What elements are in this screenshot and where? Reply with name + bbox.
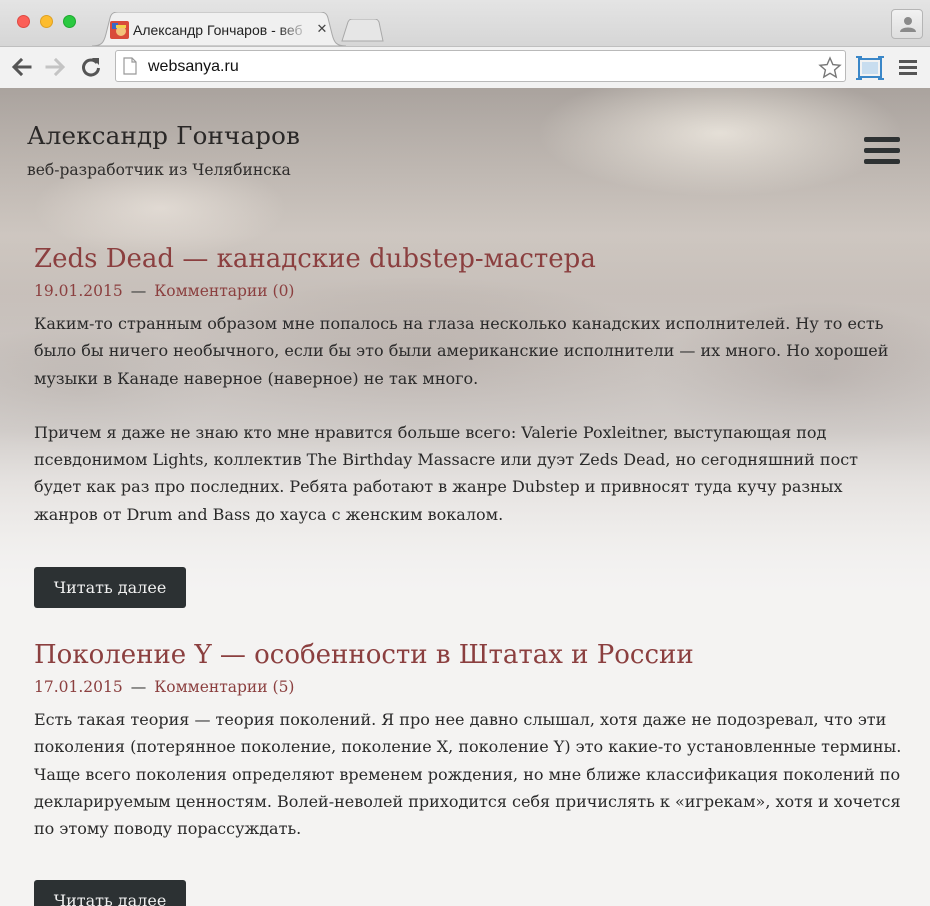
page-icon — [123, 57, 137, 75]
browser-menu-button[interactable] — [898, 57, 918, 77]
post-date: 19.01.2015 — [34, 282, 123, 300]
site-title[interactable]: Александр Гончаров — [27, 121, 300, 150]
site-menu-button[interactable] — [863, 137, 901, 165]
read-more-button[interactable]: Читать далее — [34, 567, 186, 608]
star-icon — [818, 56, 842, 79]
post-body: Каким-то странным образом мне попалось н… — [34, 310, 904, 528]
post: Поколение Y — особенности в Штатах и Рос… — [34, 639, 904, 906]
meta-separator: — — [130, 678, 147, 696]
person-icon — [900, 17, 916, 32]
tab-strip: Александр Гончаров - веб ✕ — [0, 0, 930, 46]
comments-link[interactable]: Комментарии (5) — [154, 678, 294, 696]
browser-chrome: Александр Гончаров - веб ✕ websanya.ru — [0, 0, 930, 88]
post-meta: 19.01.2015 — Комментарии (0) — [34, 281, 904, 301]
web-page: Александр Гончаров веб-разработчик из Че… — [0, 88, 930, 906]
bookmark-star-button[interactable] — [818, 56, 842, 80]
post-title-link[interactable]: Поколение Y — особенности в Штатах и Рос… — [34, 639, 904, 671]
browser-toolbar: websanya.ru — [0, 46, 930, 88]
read-more-button[interactable]: Читать далее — [34, 880, 186, 906]
close-tab-icon[interactable]: ✕ — [314, 20, 330, 40]
comments-link[interactable]: Комментарии (0) — [154, 282, 294, 300]
profile-button[interactable] — [891, 9, 923, 39]
address-bar[interactable]: websanya.ru — [115, 50, 846, 82]
browser-tab-active[interactable]: Александр Гончаров - веб ✕ — [92, 12, 346, 46]
post-date: 17.01.2015 — [34, 678, 123, 696]
arrow-left-icon — [11, 57, 32, 77]
forward-button[interactable] — [44, 55, 68, 79]
post-paragraph: Каким-то странным образом мне попалось н… — [34, 314, 889, 388]
hamburger-icon — [899, 60, 917, 75]
maximize-window-button[interactable] — [63, 15, 76, 28]
url-text: websanya.ru — [148, 58, 239, 75]
post-paragraph: Причем я даже не знаю кто мне нравится б… — [34, 422, 859, 524]
post-body: Есть такая теория — теория поколений. Я … — [34, 706, 904, 842]
post-paragraph: Есть такая теория — теория поколений. Я … — [34, 710, 902, 839]
site-subtitle: веб-разработчик из Челябинска — [27, 161, 291, 179]
post-meta: 17.01.2015 — Комментарии (5) — [34, 677, 904, 697]
cast-icon — [856, 56, 884, 80]
post: Zeds Dead — канадские dubstep-мастера 19… — [34, 243, 904, 608]
post-title-link[interactable]: Zeds Dead — канадские dubstep-мастера — [34, 243, 904, 275]
arrow-right-icon — [45, 57, 66, 77]
cast-button[interactable] — [856, 56, 884, 80]
reload-button[interactable] — [79, 55, 103, 79]
new-tab-button[interactable] — [340, 19, 384, 43]
reload-icon — [82, 58, 100, 77]
favicon-icon — [110, 21, 129, 39]
close-window-button[interactable] — [17, 15, 30, 28]
minimize-window-button[interactable] — [40, 15, 53, 28]
meta-separator: — — [130, 282, 147, 300]
back-button[interactable] — [9, 55, 33, 79]
